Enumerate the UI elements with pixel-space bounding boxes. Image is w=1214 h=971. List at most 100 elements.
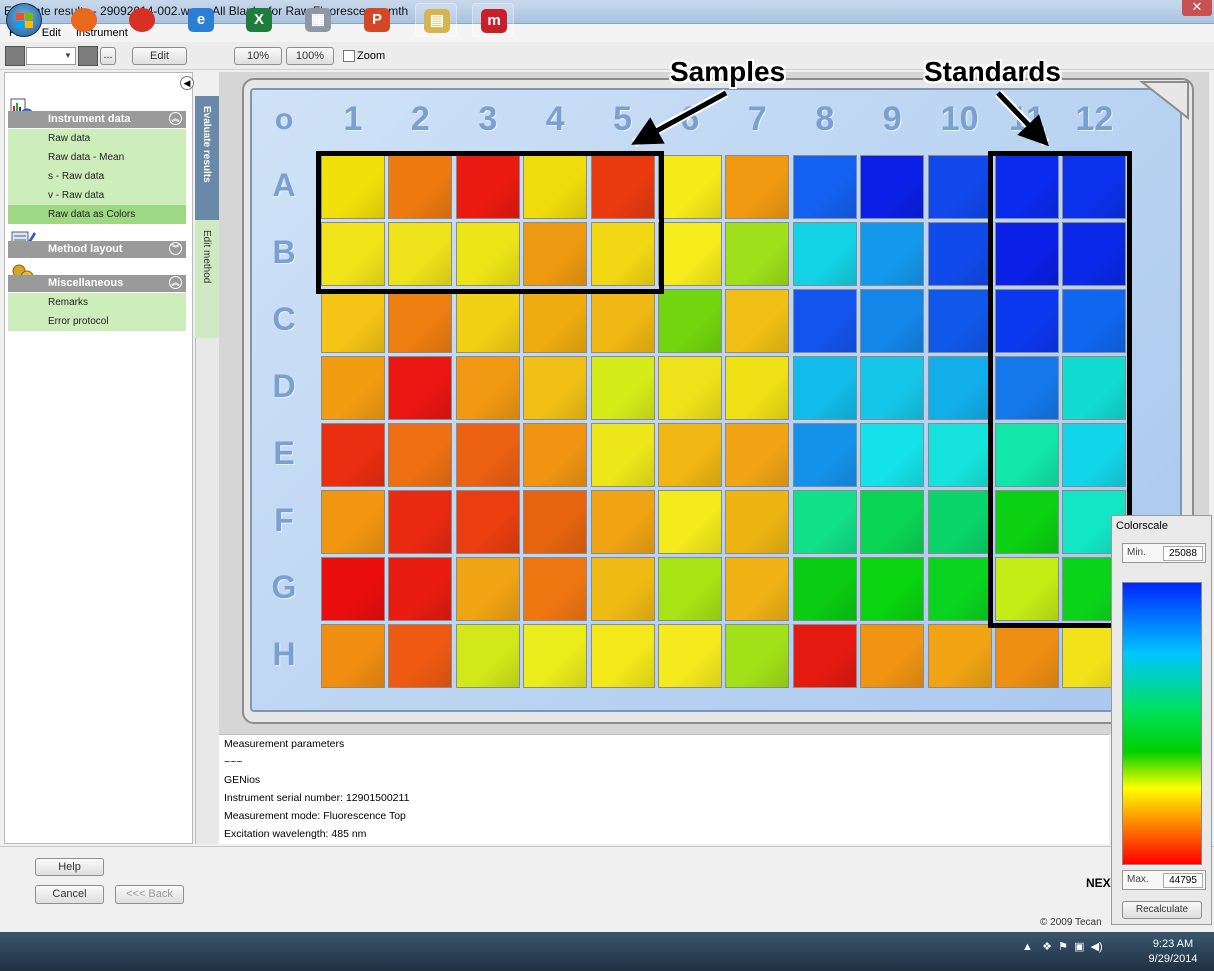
well-H6[interactable]	[658, 624, 722, 688]
well-F9[interactable]	[860, 490, 925, 554]
browse-button[interactable]: ...	[100, 47, 116, 65]
show-hidden-icons[interactable]: ▲	[1022, 941, 1033, 953]
well-G5[interactable]	[590, 557, 655, 621]
well-B10[interactable]	[927, 222, 992, 286]
sidebar-item-raw-data[interactable]: Raw data	[8, 129, 186, 148]
well-F4[interactable]	[523, 490, 588, 554]
well-G10[interactable]	[927, 557, 992, 621]
sidebar-item-raw-data-as-colors[interactable]: Raw data as Colors	[8, 205, 186, 224]
max-value-input[interactable]: 44795	[1163, 873, 1203, 888]
well-F7[interactable]	[725, 490, 790, 554]
well-E5[interactable]	[590, 423, 655, 487]
edit-button[interactable]: Edit	[132, 47, 187, 65]
well-F2[interactable]	[388, 490, 453, 554]
taskbar-magellan[interactable]: m	[472, 3, 514, 37]
well-F10[interactable]	[927, 490, 992, 554]
action-center-flag-icon[interactable]: ⚑	[1058, 941, 1068, 953]
tab-evaluate-results[interactable]: Evaluate results	[195, 96, 219, 220]
taskbar-calculator[interactable]: ▦	[297, 3, 339, 37]
well-B7[interactable]	[725, 222, 790, 286]
taskbar-file-explorer[interactable]: ▤	[415, 3, 457, 37]
well-C1[interactable]	[321, 289, 385, 353]
well-G3[interactable]	[455, 557, 520, 621]
well-G2[interactable]	[388, 557, 453, 621]
well-E9[interactable]	[860, 423, 925, 487]
well-C8[interactable]	[792, 289, 857, 353]
well-G8[interactable]	[792, 557, 857, 621]
well-G7[interactable]	[725, 557, 790, 621]
well-C6[interactable]	[658, 289, 722, 353]
well-F8[interactable]	[792, 490, 857, 554]
well-E8[interactable]	[792, 423, 857, 487]
well-D7[interactable]	[725, 356, 790, 420]
well-C10[interactable]	[927, 289, 992, 353]
color-swatch-left[interactable]	[5, 46, 25, 66]
recalculate-button[interactable]: Recalculate	[1122, 901, 1202, 919]
well-H7[interactable]	[725, 624, 790, 688]
well-H2[interactable]	[388, 624, 453, 688]
sidebar-item-v-raw-data[interactable]: v - Raw data	[8, 186, 186, 205]
taskbar-chrome[interactable]	[121, 3, 163, 37]
next-button[interactable]: NEX	[1086, 876, 1111, 890]
well-E10[interactable]	[927, 423, 992, 487]
well-H9[interactable]	[860, 624, 925, 688]
chevron-up-icon[interactable]: ︽	[169, 276, 182, 289]
well-A8[interactable]	[792, 155, 857, 219]
dropbox-icon[interactable]: ❖	[1042, 941, 1052, 953]
well-E6[interactable]	[658, 423, 722, 487]
sidebar-item-error-protocol[interactable]: Error protocol	[8, 312, 186, 331]
well-G6[interactable]	[658, 557, 722, 621]
well-D8[interactable]	[792, 356, 857, 420]
well-C2[interactable]	[388, 289, 453, 353]
well-F5[interactable]	[590, 490, 655, 554]
well-D5[interactable]	[590, 356, 655, 420]
well-H4[interactable]	[523, 624, 588, 688]
back-button[interactable]: <<< Back	[115, 885, 184, 904]
well-D1[interactable]	[321, 356, 385, 420]
well-G4[interactable]	[523, 557, 588, 621]
zoom-100-button[interactable]: 100%	[286, 47, 334, 65]
well-G1[interactable]	[321, 557, 385, 621]
well-E7[interactable]	[725, 423, 790, 487]
well-A6[interactable]	[658, 155, 722, 219]
sidebar-item-raw-data-mean[interactable]: Raw data - Mean	[8, 148, 186, 167]
well-D9[interactable]	[860, 356, 925, 420]
chevron-up-icon[interactable]: ︽	[169, 112, 182, 125]
start-button[interactable]	[6, 3, 42, 37]
zoom-10-button[interactable]: 10%	[234, 47, 282, 65]
well-C3[interactable]	[455, 289, 520, 353]
well-B8[interactable]	[792, 222, 857, 286]
well-A9[interactable]	[860, 155, 925, 219]
taskbar-excel[interactable]: X	[238, 3, 280, 37]
well-C7[interactable]	[725, 289, 790, 353]
well-H5[interactable]	[590, 624, 655, 688]
help-button[interactable]: Help	[35, 858, 104, 876]
well-E3[interactable]	[455, 423, 520, 487]
well-D4[interactable]	[523, 356, 588, 420]
well-D3[interactable]	[455, 356, 520, 420]
well-H11[interactable]	[995, 624, 1059, 688]
well-H3[interactable]	[455, 624, 520, 688]
menu-edit[interactable]: Edit	[42, 24, 61, 42]
cancel-button[interactable]: Cancel	[35, 885, 104, 904]
network-icon[interactable]: ▣	[1074, 941, 1084, 953]
well-H10[interactable]	[927, 624, 992, 688]
color-swatch-right[interactable]	[78, 46, 98, 66]
well-A7[interactable]	[725, 155, 790, 219]
well-H1[interactable]	[321, 624, 385, 688]
collapse-panel-button[interactable]: ◀	[180, 76, 194, 90]
well-F1[interactable]	[321, 490, 385, 554]
volume-icon[interactable]: ◀)	[1091, 941, 1103, 953]
well-C5[interactable]	[590, 289, 655, 353]
well-E4[interactable]	[523, 423, 588, 487]
chevron-down-icon[interactable]: ︾	[169, 242, 182, 255]
color-select-combo[interactable]: ▼	[26, 47, 76, 65]
well-C4[interactable]	[523, 289, 588, 353]
well-B6[interactable]	[658, 222, 722, 286]
min-value-input[interactable]: 25088	[1163, 546, 1203, 561]
well-D6[interactable]	[658, 356, 722, 420]
well-H8[interactable]	[792, 624, 857, 688]
well-E2[interactable]	[388, 423, 453, 487]
close-window-button[interactable]: ✕	[1182, 0, 1212, 16]
well-G9[interactable]	[860, 557, 925, 621]
